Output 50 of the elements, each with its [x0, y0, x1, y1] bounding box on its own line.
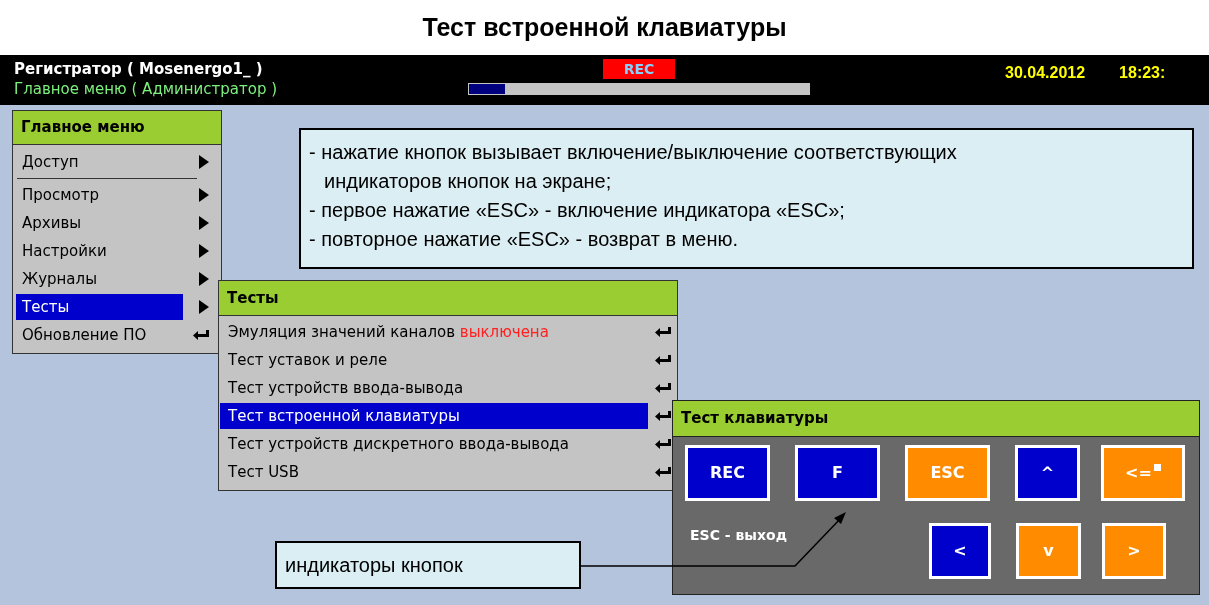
date-display: 30.04.2012	[1005, 63, 1086, 83]
note-line: - нажатие кнопок вызывает включение/выключение соответствующих	[309, 140, 958, 165]
menu-item[interactable]: Тест устройств ввода-вывода	[220, 375, 648, 401]
menu-item[interactable]: Тест встроенной клавиатуры	[220, 403, 648, 429]
menu-item[interactable]: Архивы	[16, 210, 183, 236]
window-title: Главное меню	[13, 111, 221, 145]
triangle-right-icon	[199, 216, 209, 230]
window-title: Тест клавиатуры	[673, 401, 1199, 437]
menu-item[interactable]: Журналы	[16, 266, 183, 292]
triangle-right-icon	[199, 244, 209, 258]
device-name: Регистратор ( Mosenergo1_ )	[14, 59, 264, 79]
note-line: - первое нажатие «ESC» - включение индикатора «ESC»;	[309, 198, 846, 223]
key-indicator: ESC	[905, 445, 990, 501]
key-indicator: ^	[1015, 445, 1080, 501]
enter-icon	[655, 439, 671, 449]
enter-icon	[655, 383, 671, 393]
callout-label: индикаторы кнопок	[275, 541, 581, 589]
key-indicator: <	[929, 523, 991, 579]
key-indicator: v	[1016, 523, 1081, 579]
enter-icon	[193, 330, 209, 340]
menu-item[interactable]: Эмуляция значений каналов выключена	[220, 319, 648, 345]
enter-icon	[655, 355, 671, 365]
menu-item[interactable]: Настройки	[16, 238, 183, 264]
enter-icon	[655, 327, 671, 337]
menu-item[interactable]: Тест устройств дискретного ввода-вывода	[220, 431, 648, 457]
screen-context: Главное меню ( Администратор )	[14, 79, 279, 99]
triangle-right-icon	[199, 300, 209, 314]
menu-item[interactable]: Тесты	[16, 294, 183, 320]
menu-item[interactable]: Обновление ПО	[16, 322, 183, 348]
square-icon	[1153, 464, 1161, 471]
key-indicator: >	[1102, 523, 1166, 579]
note-line: индикаторов кнопок на экране;	[323, 169, 613, 194]
document-title: Тест встроенной клавиатуры	[422, 11, 787, 43]
enter-icon	[655, 411, 671, 421]
time-display: 18:23:	[1119, 63, 1166, 83]
menu-item[interactable]: Тест уставок и реле	[220, 347, 648, 373]
triangle-right-icon	[199, 155, 209, 169]
triangle-right-icon	[199, 188, 209, 202]
key-indicator: F	[795, 445, 880, 501]
menu-item[interactable]: Просмотр	[16, 182, 183, 208]
menu-item[interactable]: Доступ	[16, 149, 183, 175]
enter-icon	[655, 467, 671, 477]
triangle-right-icon	[199, 272, 209, 286]
exit-hint: ESC - выход	[690, 526, 787, 545]
key-indicator: <=	[1101, 445, 1185, 501]
menu-item[interactable]: Тест USB	[220, 459, 648, 485]
note-line: - повторное нажатие «ESC» - возврат в меню.	[309, 227, 740, 252]
key-indicator: REC	[685, 445, 770, 501]
rec-indicator: REC	[603, 59, 675, 79]
window-title: Тесты	[219, 281, 677, 316]
